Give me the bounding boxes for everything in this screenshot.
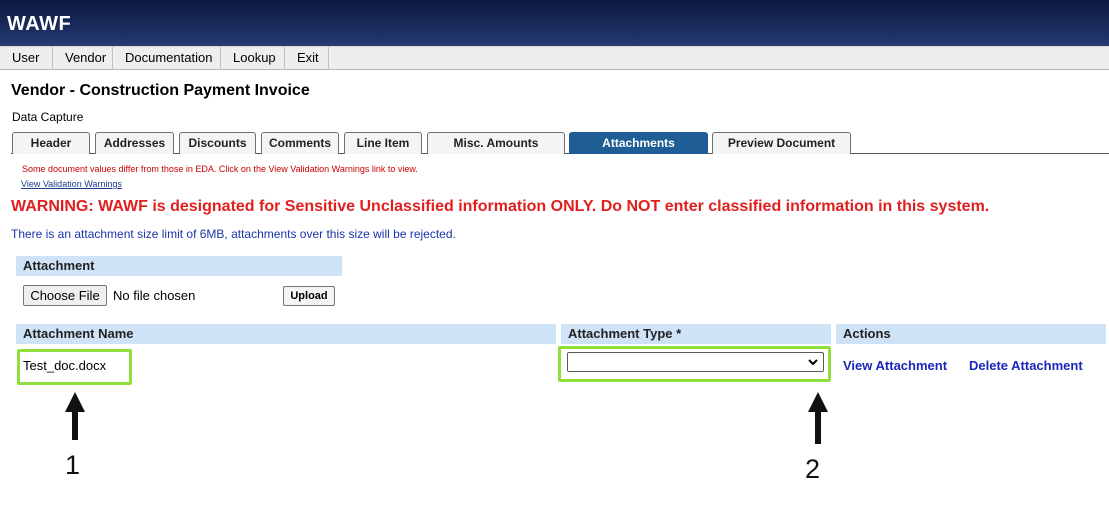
annotation-label-2: 2 <box>805 454 821 484</box>
attachment-name-cell: Test_doc.docx <box>23 358 107 373</box>
tab-addresses[interactable]: Addresses <box>95 132 174 154</box>
tab-discounts[interactable]: Discounts <box>179 132 256 154</box>
eda-message: Some document values differ from those i… <box>22 164 418 174</box>
col-header-actions: Actions <box>836 324 1106 344</box>
col-header-attachment-name: Attachment Name <box>16 324 556 344</box>
tab-preview-document[interactable]: Preview Document <box>712 132 851 154</box>
delete-attachment-link[interactable]: Delete Attachment <box>969 358 1083 373</box>
app-title: WAWF <box>7 13 72 35</box>
menu-item-documentation[interactable]: Documentation <box>113 47 221 70</box>
page-subtitle: Data Capture <box>12 110 84 124</box>
choose-file-button[interactable]: Choose File <box>23 285 107 306</box>
tab-comments[interactable]: Comments <box>261 132 339 154</box>
menu-item-vendor[interactable]: Vendor <box>53 47 113 70</box>
classification-warning: WARNING: WAWF is designated for Sensitiv… <box>11 198 990 215</box>
menu-item-exit[interactable]: Exit <box>285 47 329 70</box>
attachment-section-header: Attachment <box>16 256 342 276</box>
menu-bar: User Vendor Documentation Lookup Exit <box>0 46 1109 70</box>
annotation-arrow-2-icon <box>808 392 828 444</box>
annotation-label-1: 1 <box>65 450 81 480</box>
app-banner: WAWF <box>0 0 1109 46</box>
chevron-down-icon <box>807 354 819 373</box>
annotation-arrow-1-icon <box>65 392 85 440</box>
menu-item-lookup[interactable]: Lookup <box>221 47 285 70</box>
upload-button[interactable]: Upload <box>283 286 335 306</box>
attachment-type-select[interactable] <box>567 352 824 372</box>
size-limit-note: There is an attachment size limit of 6MB… <box>11 227 456 241</box>
tab-misc-amounts[interactable]: Misc. Amounts <box>427 132 565 154</box>
no-file-chosen-text: No file chosen <box>113 288 196 303</box>
tab-header[interactable]: Header <box>12 132 90 154</box>
col-header-attachment-type: Attachment Type * <box>561 324 831 344</box>
page-title: Vendor - Construction Payment Invoice <box>11 82 310 99</box>
view-validation-warnings-link[interactable]: View Validation Warnings <box>21 179 122 189</box>
tab-line-item[interactable]: Line Item <box>344 132 422 154</box>
tab-attachments[interactable]: Attachments <box>569 132 708 154</box>
menu-item-user[interactable]: User <box>0 47 53 70</box>
view-attachment-link[interactable]: View Attachment <box>843 358 947 373</box>
